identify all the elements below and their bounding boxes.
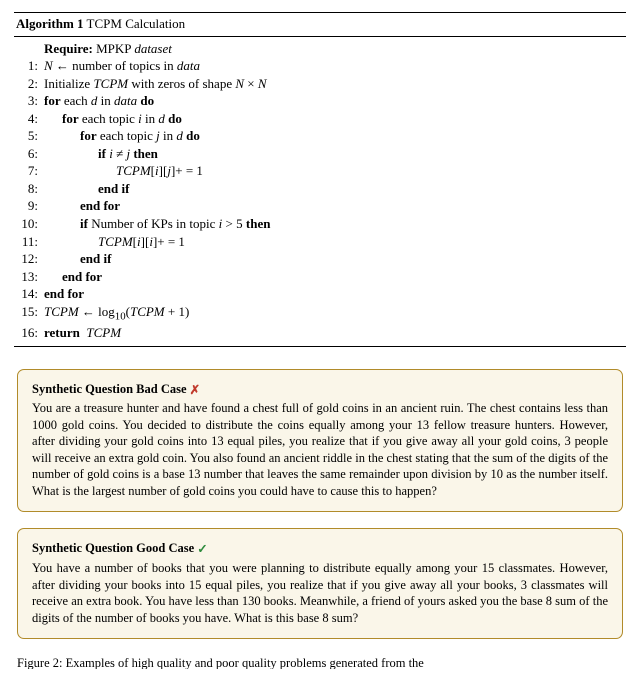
line-number: 10:: [16, 215, 44, 233]
bad-case-title: Synthetic Question Bad Case: [32, 382, 187, 396]
good-case-body: You have a number of books that you were…: [32, 560, 608, 626]
algo-line: 13:end for: [16, 268, 624, 286]
algo-line: 14:end for: [16, 285, 624, 303]
line-number: 12:: [16, 250, 44, 268]
bad-case-box: Synthetic Question Bad Case ✗ You are a …: [17, 369, 623, 513]
line-number: 4:: [16, 110, 44, 128]
algo-line: 6:if i ≠ j then: [16, 145, 624, 163]
line-code: end for: [44, 197, 120, 215]
algo-line: 2:Initialize TCPM with zeros of shape N …: [16, 75, 624, 93]
good-case-title: Synthetic Question Good Case: [32, 541, 194, 555]
algo-line: 8:end if: [16, 180, 624, 198]
line-code: end if: [44, 250, 111, 268]
line-code: TCPM[i][i]+ = 1: [44, 233, 185, 251]
line-number: 5:: [16, 127, 44, 145]
check-icon: ✓: [197, 541, 207, 558]
line-number: 7:: [16, 162, 44, 180]
line-number: 1:: [16, 57, 44, 75]
line-code: return TCPM: [44, 324, 121, 342]
algorithm-header: Algorithm 1 TCPM Calculation: [14, 13, 626, 37]
algo-line: 9:end for: [16, 197, 624, 215]
line-code: end for: [44, 285, 84, 303]
require-text: MPKP dataset: [96, 41, 172, 56]
bad-case-title-row: Synthetic Question Bad Case ✗: [32, 381, 608, 399]
algo-line: 3:for each d in data do: [16, 92, 624, 110]
algo-line: 11:TCPM[i][i]+ = 1: [16, 233, 624, 251]
algo-line: 15:TCPM ← log10(TCPM + 1): [16, 303, 624, 324]
algorithm-label: Algorithm: [16, 16, 77, 31]
line-number: 6:: [16, 145, 44, 163]
line-code: for each topic i in d do: [44, 110, 182, 128]
algorithm-body: Require: MPKP dataset 1:N ← number of to…: [14, 37, 626, 346]
algorithm-block: Algorithm 1 TCPM Calculation Require: MP…: [14, 12, 626, 347]
require-line: Require: MPKP dataset: [16, 40, 624, 58]
line-code: N ← number of topics in data: [44, 57, 200, 75]
line-number: 2:: [16, 75, 44, 93]
cross-icon: ✗: [190, 382, 200, 399]
line-code: if i ≠ j then: [44, 145, 158, 163]
line-code: end for: [44, 268, 102, 286]
good-case-box: Synthetic Question Good Case ✓ You have …: [17, 528, 623, 639]
good-case-title-row: Synthetic Question Good Case ✓: [32, 540, 608, 558]
line-number: 9:: [16, 197, 44, 215]
line-code: if Number of KPs in topic i > 5 then: [44, 215, 270, 233]
line-number: 16:: [16, 324, 44, 342]
algo-line: 16:return TCPM: [16, 324, 624, 342]
line-code: for each d in data do: [44, 92, 154, 110]
bad-case-body: You are a treasure hunter and have found…: [32, 400, 608, 499]
line-code: end if: [44, 180, 129, 198]
algo-line: 7:TCPM[i][j]+ = 1: [16, 162, 624, 180]
line-code: TCPM ← log10(TCPM + 1): [44, 303, 189, 324]
figure-caption: Figure 2: Examples of high quality and p…: [17, 655, 623, 669]
line-code: Initialize TCPM with zeros of shape N × …: [44, 75, 267, 93]
line-number: 3:: [16, 92, 44, 110]
line-number: 14:: [16, 285, 44, 303]
line-code: TCPM[i][j]+ = 1: [44, 162, 203, 180]
line-number: 8:: [16, 180, 44, 198]
line-code: for each topic j in d do: [44, 127, 200, 145]
algo-line: 4:for each topic i in d do: [16, 110, 624, 128]
algorithm-number: 1: [77, 16, 84, 31]
line-number: 15:: [16, 303, 44, 321]
algorithm-title: TCPM Calculation: [87, 16, 186, 31]
line-number: 13:: [16, 268, 44, 286]
algo-line: 12:end if: [16, 250, 624, 268]
algo-line: 10:if Number of KPs in topic i > 5 then: [16, 215, 624, 233]
line-number: 11:: [16, 233, 44, 251]
require-keyword: Require:: [44, 41, 93, 56]
algo-line: 1:N ← number of topics in data: [16, 57, 624, 75]
algo-line: 5:for each topic j in d do: [16, 127, 624, 145]
